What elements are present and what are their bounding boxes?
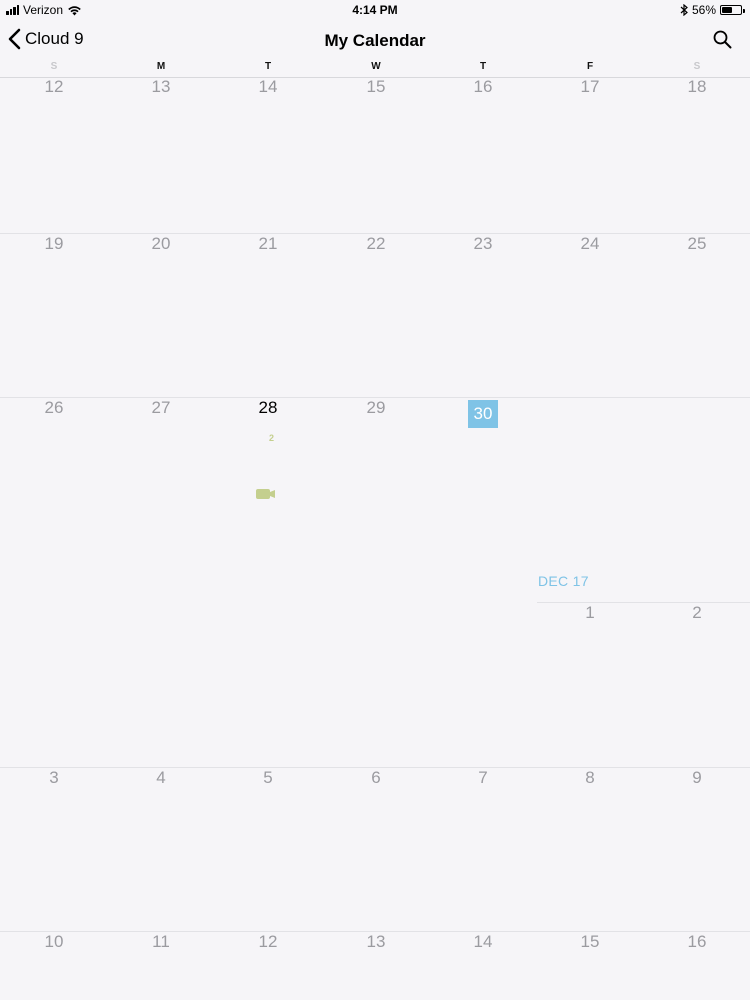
week-row: 3 4 5 6 7 8 9 <box>0 767 750 932</box>
weekday-label: S <box>693 61 701 72</box>
day-cell[interactable]: 1 <box>570 603 610 623</box>
battery-percent: 56% <box>691 3 716 17</box>
day-cell[interactable]: 23 <box>463 234 503 254</box>
search-icon <box>713 30 732 49</box>
day-cell[interactable]: 9 <box>677 768 717 788</box>
calendar-screen: Verizon 4:14 PM 56% Cloud 9 My Calendar … <box>0 0 750 1000</box>
day-cell[interactable]: 15 <box>570 932 610 952</box>
status-right: 56% <box>680 3 745 17</box>
weekday-label: W <box>371 61 381 72</box>
day-cell[interactable]: 29 <box>356 398 396 418</box>
day-cell[interactable]: 4 <box>141 768 181 788</box>
day-cell[interactable]: 3 <box>34 768 74 788</box>
day-cell[interactable]: 8 <box>570 768 610 788</box>
weekday-label: S <box>50 61 58 72</box>
day-cell[interactable]: 13 <box>356 932 396 952</box>
weekday-label: T <box>479 61 487 72</box>
day-cell[interactable]: 5 <box>248 768 288 788</box>
weekday-label: F <box>586 61 594 72</box>
day-cell[interactable]: 26 <box>34 398 74 418</box>
day-cell[interactable]: 28 <box>248 398 288 418</box>
video-camera-icon[interactable] <box>256 488 276 500</box>
event-count-badge: 2 <box>269 433 275 443</box>
week-row: 10 11 12 13 14 15 16 <box>0 931 750 1000</box>
day-cell[interactable]: 22 <box>356 234 396 254</box>
day-cell[interactable]: 16 <box>677 932 717 952</box>
day-cell[interactable]: 24 <box>570 234 610 254</box>
weekday-label: M <box>156 61 166 72</box>
day-cell[interactable]: 12 <box>248 932 288 952</box>
day-cell[interactable]: 2 <box>677 603 717 623</box>
day-cell[interactable]: 12 <box>34 77 74 97</box>
battery-fill <box>722 7 732 13</box>
day-cell[interactable]: 18 <box>677 77 717 97</box>
weekday-label: T <box>264 61 272 72</box>
day-cell[interactable]: 7 <box>463 768 503 788</box>
weekday-header: SMTWTFS <box>0 60 750 78</box>
day-cell[interactable]: 17 <box>570 77 610 97</box>
bluetooth-icon <box>680 4 688 16</box>
week-row: 12 13 14 15 16 17 18 <box>0 77 750 233</box>
day-cell[interactable]: 21 <box>248 234 288 254</box>
battery-icon <box>720 5 745 15</box>
day-cell[interactable]: 14 <box>463 932 503 952</box>
status-time: 4:14 PM <box>352 3 398 17</box>
month-label: DEC 17 <box>538 573 589 589</box>
battery-nub <box>743 9 745 13</box>
day-cell[interactable]: 20 <box>141 234 181 254</box>
page-title: My Calendar <box>324 31 426 50</box>
week-row: 19 20 21 22 23 24 25 <box>0 233 750 398</box>
day-cell[interactable]: 25 <box>677 234 717 254</box>
status-bar: Verizon 4:14 PM 56% <box>0 0 750 20</box>
day-cell[interactable]: 11 <box>141 932 181 952</box>
week-row: 26 27 28 29 30 <box>0 397 750 604</box>
day-cell[interactable]: 30 <box>468 400 498 428</box>
day-cell[interactable]: 16 <box>463 77 503 97</box>
week-row: 12 <box>0 603 750 767</box>
day-cell[interactable]: 6 <box>356 768 396 788</box>
day-cell[interactable]: 19 <box>34 234 74 254</box>
nav-bar: Cloud 9 My Calendar <box>0 20 750 60</box>
day-cell[interactable]: 13 <box>141 77 181 97</box>
month-separator-line <box>537 602 750 603</box>
day-cell[interactable]: 14 <box>248 77 288 97</box>
day-cell[interactable]: 15 <box>356 77 396 97</box>
day-cell[interactable]: 10 <box>34 932 74 952</box>
search-button[interactable] <box>713 30 732 54</box>
day-cell[interactable]: 27 <box>141 398 181 418</box>
